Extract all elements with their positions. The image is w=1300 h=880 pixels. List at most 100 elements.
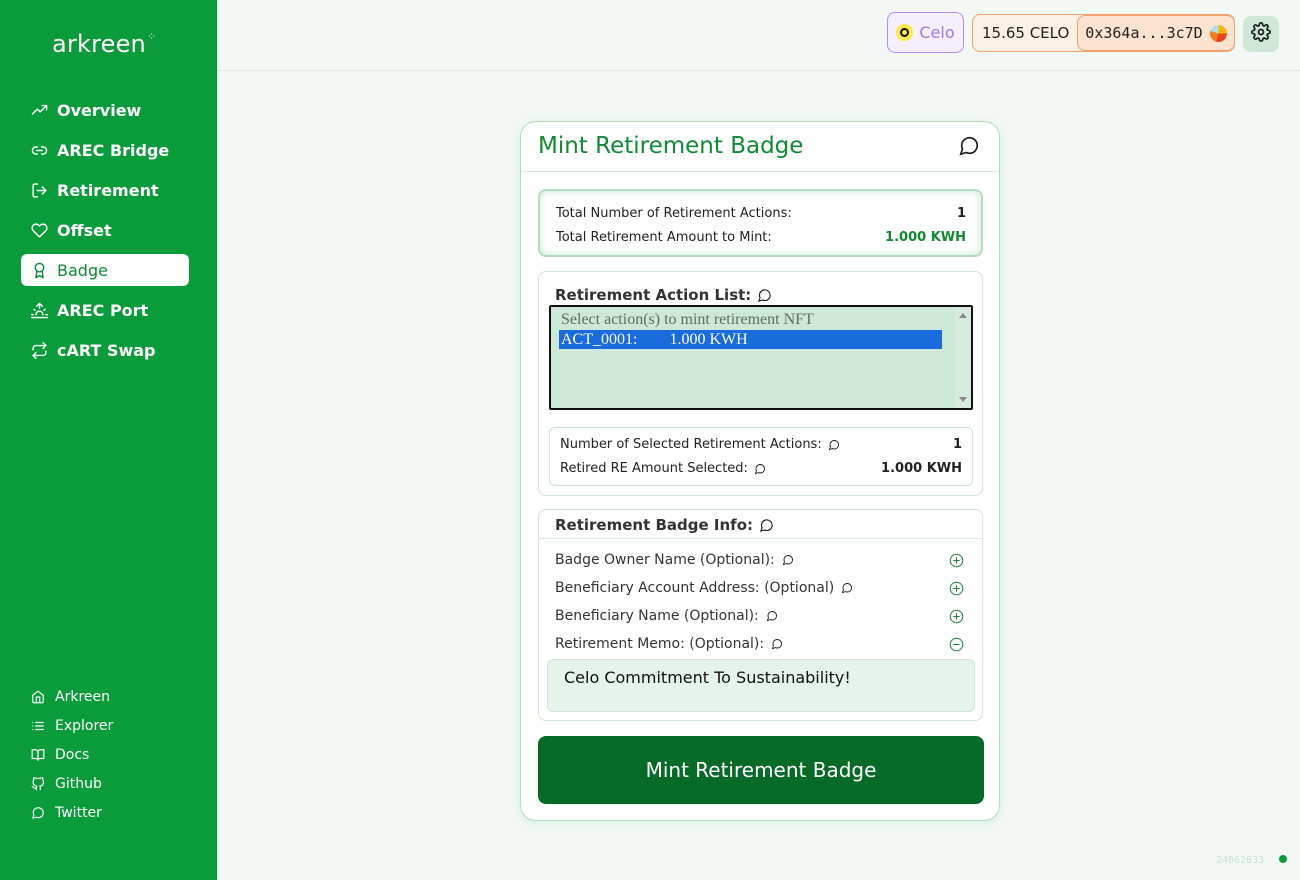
help-bubble-icon[interactable] xyxy=(759,518,774,533)
sidebar-item-retirement[interactable]: Retirement xyxy=(21,174,189,206)
card-header: Mint Retirement Badge xyxy=(521,122,999,172)
sidebar-item-label: cART Swap xyxy=(57,340,156,360)
footer-link-explorer[interactable]: Explorer xyxy=(31,711,113,740)
beneficiary-address-row: Beneficiary Account Address: (Optional) xyxy=(555,580,964,596)
divider xyxy=(539,538,982,539)
action-list-heading: Retirement Action List: xyxy=(555,286,772,304)
sidebar-nav: Overview AREC Bridge Retirement Offset B… xyxy=(21,94,189,374)
retirement-summary: Total Number of Retirement Actions: 1 To… xyxy=(538,189,983,257)
minus-circle-icon[interactable] xyxy=(949,637,964,652)
help-bubble-icon[interactable] xyxy=(766,610,778,622)
badge-info-section: Retirement Badge Info: Badge Owner Name … xyxy=(538,509,983,721)
plus-circle-icon[interactable] xyxy=(949,581,964,596)
retirement-action-listbox[interactable]: Select action(s) to mint retirement NFT … xyxy=(549,305,973,410)
sidebar-item-label: AREC Port xyxy=(57,300,149,320)
help-bubble-icon[interactable] xyxy=(841,582,853,594)
link-icon xyxy=(30,141,48,159)
badge-info-heading: Retirement Badge Info: xyxy=(555,516,774,534)
field-label: Retirement Memo: (Optional): xyxy=(555,636,765,652)
help-bubble-icon[interactable] xyxy=(757,288,772,303)
arkreen-logo[interactable]: arkreen⁘ xyxy=(52,30,156,58)
retirement-memo-row: Retirement Memo: (Optional): xyxy=(555,636,964,652)
help-bubble-icon[interactable] xyxy=(771,638,783,650)
connection-status-dot xyxy=(1279,855,1287,863)
sidebar-item-arec-bridge[interactable]: AREC Bridge xyxy=(21,134,189,166)
sidebar-item-offset[interactable]: Offset xyxy=(21,214,189,246)
selected-amount-value: 1.000 KWH xyxy=(881,461,962,476)
gear-icon xyxy=(1251,22,1271,46)
network-selector-button[interactable]: Celo xyxy=(887,12,964,53)
scroll-up-arrow-icon[interactable] xyxy=(959,313,967,318)
sidebar-item-label: Overview xyxy=(57,100,142,120)
sidebar-item-badge[interactable]: Badge xyxy=(21,254,189,286)
sidebar-item-cart-swap[interactable]: cART Swap xyxy=(21,334,189,366)
sidebar-item-label: Badge xyxy=(57,260,108,280)
sidebar-item-label: Offset xyxy=(57,220,112,240)
selected-actions-summary: Number of Selected Retirement Actions: 1… xyxy=(549,427,973,486)
footer-link-label: Explorer xyxy=(55,717,114,734)
home-icon xyxy=(31,690,45,704)
footer-link-arkreen[interactable]: Arkreen xyxy=(31,682,113,711)
mint-badge-card: Mint Retirement Badge Total Number of Re… xyxy=(520,121,1000,821)
plus-circle-icon[interactable] xyxy=(949,609,964,624)
wallet-avatar xyxy=(1209,24,1227,42)
selected-count-row: Number of Selected Retirement Actions: 1 xyxy=(560,437,962,452)
heart-icon xyxy=(30,221,48,239)
app-version: 24062033 xyxy=(1216,855,1265,866)
footer-link-github[interactable]: Github xyxy=(31,769,113,798)
sidebar-item-arec-port[interactable]: AREC Port xyxy=(21,294,189,326)
network-label: Celo xyxy=(919,23,955,42)
total-actions-label: Total Number of Retirement Actions: xyxy=(556,206,792,221)
celo-logo-icon xyxy=(896,24,914,41)
action-list-label: Retirement Action List: xyxy=(555,286,752,304)
footer-link-label: Docs xyxy=(55,746,90,763)
badge-owner-name-row: Badge Owner Name (Optional): xyxy=(555,552,964,568)
sidebar-footer-links: Arkreen Explorer Docs Github Twitter xyxy=(31,682,113,827)
log-out-icon xyxy=(30,181,48,199)
message-circle-icon xyxy=(31,806,45,820)
field-label: Beneficiary Account Address: (Optional) xyxy=(555,580,835,596)
account-button[interactable]: 15.65 CELO 0x364a...3c7D xyxy=(972,14,1235,52)
scroll-down-arrow-icon[interactable] xyxy=(959,397,967,402)
footer-link-label: Arkreen xyxy=(55,688,110,705)
field-label: Badge Owner Name (Optional): xyxy=(555,552,775,568)
help-bubble-icon[interactable] xyxy=(754,463,766,475)
page-title: Mint Retirement Badge xyxy=(538,133,804,159)
listbox-scrollbar[interactable] xyxy=(955,307,971,408)
settings-button[interactable] xyxy=(1243,16,1279,52)
trending-up-icon xyxy=(30,101,48,119)
footer-link-label: Twitter xyxy=(55,804,102,821)
mint-retirement-badge-button[interactable]: Mint Retirement Badge xyxy=(538,736,984,804)
award-icon xyxy=(30,261,48,279)
footer-link-docs[interactable]: Docs xyxy=(31,740,113,769)
help-bubble-icon[interactable] xyxy=(782,554,794,566)
field-label: Beneficiary Name (Optional): xyxy=(555,608,759,624)
sidebar: arkreen⁘ Overview AREC Bridge Retirement… xyxy=(0,0,217,880)
footer-link-label: Github xyxy=(55,775,102,792)
retirement-memo-input[interactable]: Celo Commitment To Sustainability! xyxy=(547,659,975,712)
footer-link-twitter[interactable]: Twitter xyxy=(31,798,113,827)
sidebar-item-overview[interactable]: Overview xyxy=(21,94,189,126)
badge-info-label: Retirement Badge Info: xyxy=(555,516,753,534)
wallet-address-button[interactable]: 0x364a...3c7D xyxy=(1077,15,1235,51)
github-icon xyxy=(31,776,45,791)
top-bar: Celo 15.65 CELO 0x364a...3c7D xyxy=(217,0,1300,71)
total-amount-value: 1.000 KWH xyxy=(885,230,966,245)
sunrise-icon xyxy=(30,301,48,319)
selected-amount-label: Retired RE Amount Selected: xyxy=(560,461,748,476)
help-bubble-icon[interactable] xyxy=(958,135,980,157)
retirement-action-list-section: Retirement Action List: Select action(s)… xyxy=(538,271,983,496)
book-icon xyxy=(31,748,45,762)
total-actions-value: 1 xyxy=(956,206,966,221)
sidebar-item-label: AREC Bridge xyxy=(57,140,170,160)
help-bubble-icon[interactable] xyxy=(828,439,840,451)
listbox-option-selected[interactable]: ACT_0001: 1.000 KWH xyxy=(559,330,942,349)
plus-circle-icon[interactable] xyxy=(949,553,964,568)
list-icon xyxy=(31,719,45,733)
beneficiary-name-row: Beneficiary Name (Optional): xyxy=(555,608,964,624)
listbox-placeholder: Select action(s) to mint retirement NFT xyxy=(561,311,814,328)
sidebar-item-label: Retirement xyxy=(57,180,159,200)
selected-count-value: 1 xyxy=(952,437,962,452)
wallet-address: 0x364a...3c7D xyxy=(1085,24,1203,42)
total-amount-label: Total Retirement Amount to Mint: xyxy=(556,230,772,245)
